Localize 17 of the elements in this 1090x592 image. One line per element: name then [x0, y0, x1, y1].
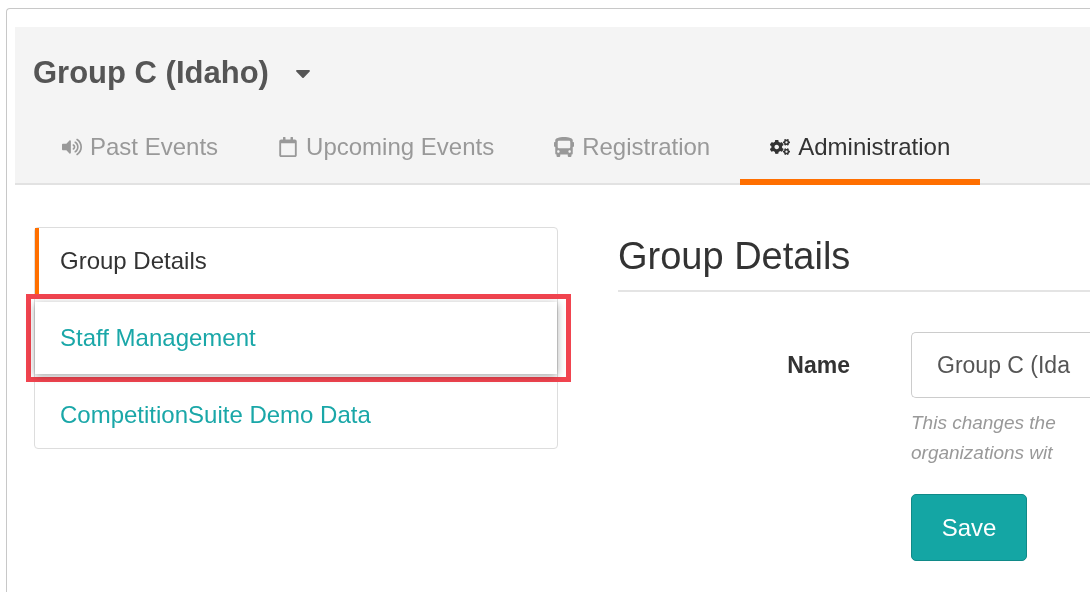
- section-heading: Group Details: [618, 227, 1090, 292]
- help-text: This changes the: [911, 412, 1056, 434]
- nav-tab[interactable]: Past Events: [32, 119, 249, 185]
- sidebar-item[interactable]: CompetitionSuite Demo Data: [35, 382, 557, 448]
- save-button[interactable]: Save: [911, 494, 1027, 561]
- speaker-icon: [62, 137, 82, 157]
- gears-icon: [770, 137, 791, 157]
- group-title[interactable]: Group C (Idaho): [33, 55, 269, 91]
- nav-tab[interactable]: Administration: [740, 119, 981, 185]
- field-label: Name: [787, 352, 851, 379]
- help-text: organizations wit: [911, 442, 1053, 464]
- bus-icon: [554, 137, 575, 157]
- nav-tab[interactable]: Upcoming Events: [248, 119, 525, 185]
- name-field[interactable]: Group C (Ida: [911, 332, 1090, 398]
- calendar-icon: [278, 137, 299, 157]
- nav-tab[interactable]: Registration: [524, 119, 741, 185]
- sidebar-item[interactable]: Group Details: [35, 228, 557, 294]
